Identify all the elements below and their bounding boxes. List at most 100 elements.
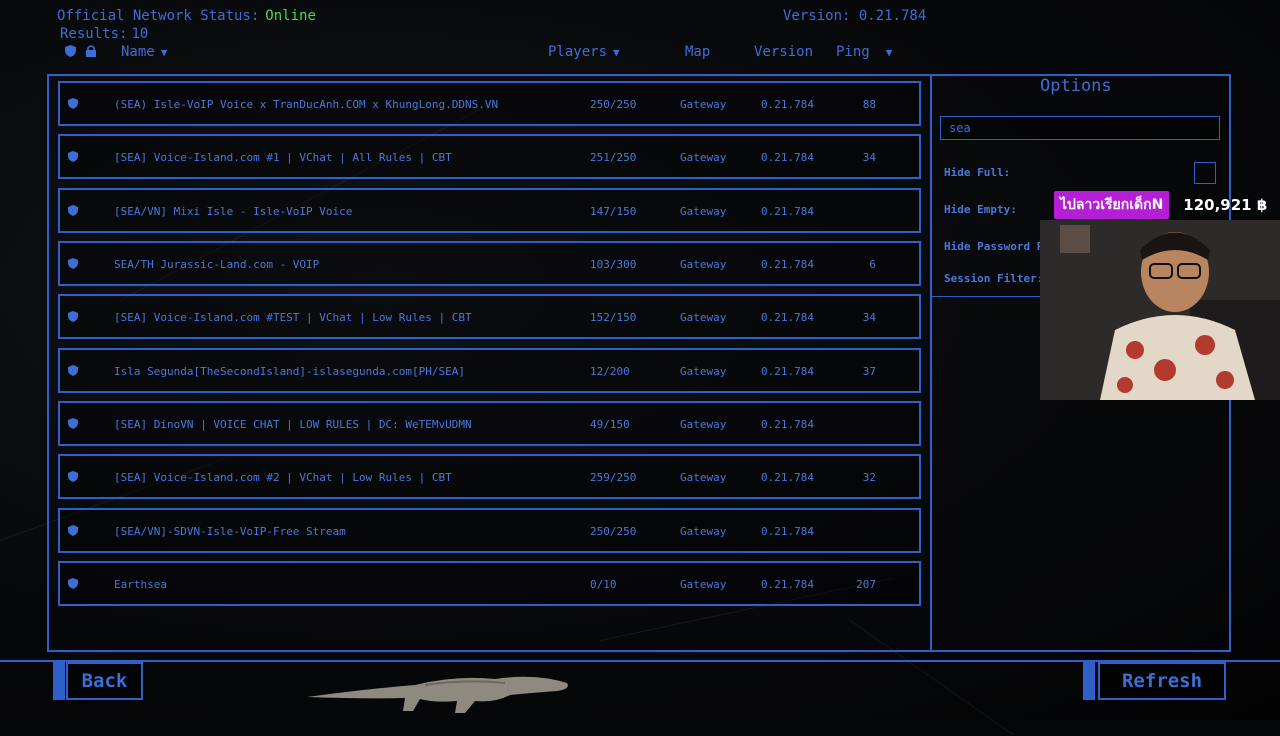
shield-icon: [68, 205, 78, 216]
server-map: Gateway: [680, 578, 727, 591]
search-input[interactable]: sea: [940, 116, 1220, 140]
server-row[interactable]: [SEA] Voice-Island.com #1 | VChat | All …: [58, 134, 921, 179]
column-ping-label: Ping: [836, 44, 870, 60]
server-ping: 32: [862, 471, 876, 484]
hide-full-checkbox[interactable]: [1194, 162, 1216, 184]
server-ping: 6: [869, 258, 876, 271]
server-name: Earthsea: [114, 578, 167, 591]
server-name: SEA/TH Jurassic-Land.com - VOIP: [114, 258, 320, 271]
shield-icon: [68, 151, 78, 162]
server-players: 251/250: [590, 151, 637, 164]
server-players: 152/150: [590, 311, 637, 324]
server-players: 259/250: [590, 471, 637, 484]
server-name: [SEA] Voice-Island.com #TEST | VChat | L…: [114, 311, 472, 324]
server-version: 0.21.784: [761, 525, 814, 538]
server-map: Gateway: [680, 258, 727, 271]
server-players: 12/200: [590, 365, 630, 378]
game-version: Version: 0.21.784: [783, 8, 927, 24]
network-status-label: Official Network Status:: [57, 8, 260, 24]
options-title: Options: [1040, 76, 1112, 96]
server-row[interactable]: SEA/TH Jurassic-Land.com - VOIP 103/300 …: [58, 241, 921, 286]
server-players: 0/10: [590, 578, 617, 591]
donation-alert: ไปลาวเรียกเด็กN 120,921 ฿: [1054, 191, 1267, 219]
session-filter-label: Session Filter:: [944, 272, 1044, 285]
back-button[interactable]: Back: [66, 662, 143, 700]
column-name[interactable]: Name ▼: [121, 44, 167, 60]
server-version: 0.21.784: [761, 471, 814, 484]
dinosaur-model: [305, 665, 575, 721]
server-map: Gateway: [680, 365, 727, 378]
column-version[interactable]: Version: [754, 44, 813, 60]
server-map: Gateway: [680, 151, 727, 164]
server-row[interactable]: Earthsea 0/10 Gateway 0.21.784 207: [58, 561, 921, 606]
server-version: 0.21.784: [761, 151, 814, 164]
server-row[interactable]: [SEA/VN] Mixi Isle - Isle-VoIP Voice 147…: [58, 188, 921, 233]
options-separator: [932, 296, 1042, 297]
donation-amount: 120,921 ฿: [1183, 196, 1268, 214]
server-name: (SEA) Isle-VoIP Voice x TranDucAnh.COM x…: [114, 98, 499, 111]
server-row[interactable]: [SEA] Voice-Island.com #TEST | VChat | L…: [58, 294, 921, 339]
server-row[interactable]: [SEA] DinoVN | VOICE CHAT | LOW RULES | …: [58, 401, 921, 446]
options-divider: [930, 74, 932, 652]
server-ping: 37: [862, 365, 876, 378]
shield-icon: [68, 578, 78, 589]
server-version: 0.21.784: [761, 205, 814, 218]
server-name: [SEA/VN] Mixi Isle - Isle-VoIP Voice: [114, 205, 353, 218]
network-status-value: Online: [265, 8, 316, 24]
server-version: 0.21.784: [761, 578, 814, 591]
server-version: 0.21.784: [761, 365, 814, 378]
server-players: 250/250: [590, 98, 637, 111]
back-button-accent: [53, 662, 65, 700]
hide-full-label: Hide Full:: [944, 166, 1011, 179]
server-version: 0.21.784: [761, 258, 814, 271]
server-players: 103/300: [590, 258, 637, 271]
refresh-button[interactable]: Refresh: [1098, 662, 1226, 700]
results-value: 10: [131, 26, 149, 42]
server-map: Gateway: [680, 418, 727, 431]
sort-down-icon: ▼: [613, 46, 620, 59]
server-row[interactable]: (SEA) Isle-VoIP Voice x TranDucAnh.COM x…: [58, 81, 921, 126]
server-name: [SEA] DinoVN | VOICE CHAT | LOW RULES | …: [114, 418, 472, 431]
column-map[interactable]: Map: [685, 44, 710, 60]
webcam-overlay: [1040, 220, 1280, 400]
server-players: 250/250: [590, 525, 637, 538]
server-version: 0.21.784: [761, 311, 814, 324]
column-players-label: Players: [548, 44, 608, 60]
server-row[interactable]: Isla Segunda[TheSecondIsland]-islasegund…: [58, 348, 921, 393]
column-ping[interactable]: Ping ▼: [836, 44, 892, 60]
shield-icon: [68, 525, 78, 536]
results-count: Results: 10: [60, 26, 148, 42]
shield-icon: [68, 258, 78, 269]
server-map: Gateway: [680, 205, 727, 218]
server-map: Gateway: [680, 98, 727, 111]
server-name: Isla Segunda[TheSecondIsland]-islasegund…: [114, 365, 465, 378]
server-name: [SEA/VN]-SDVN-Isle-VoIP-Free Stream: [114, 525, 346, 538]
server-row[interactable]: [SEA] Voice-Island.com #2 | VChat | Low …: [58, 454, 921, 499]
shield-icon: [68, 98, 78, 109]
lock-column-icon[interactable]: [85, 45, 97, 61]
server-players: 49/150: [590, 418, 630, 431]
column-players[interactable]: Players ▼: [548, 44, 620, 60]
column-version-label: Version: [754, 44, 814, 60]
shield-icon: [68, 471, 78, 482]
server-row[interactable]: [SEA/VN]-SDVN-Isle-VoIP-Free Stream 250/…: [58, 508, 921, 553]
column-map-label: Map: [685, 44, 711, 60]
refresh-button-accent: [1083, 662, 1095, 700]
server-ping: 207: [856, 578, 876, 591]
server-name: [SEA] Voice-Island.com #2 | VChat | Low …: [114, 471, 452, 484]
hide-password-label: Hide Password P: [944, 240, 1044, 253]
server-name: [SEA] Voice-Island.com #1 | VChat | All …: [114, 151, 452, 164]
server-map: Gateway: [680, 471, 727, 484]
column-name-label: Name: [121, 44, 155, 60]
server-ping: 34: [862, 311, 876, 324]
server-map: Gateway: [680, 311, 727, 324]
sort-down-icon: ▼: [160, 46, 168, 59]
server-players: 147/150: [590, 205, 637, 218]
server-map: Gateway: [680, 525, 727, 538]
results-label: Results:: [60, 26, 128, 42]
shield-icon: [68, 311, 78, 322]
donation-name: ไปลาวเรียกเด็กN: [1054, 191, 1170, 219]
hide-empty-label: Hide Empty:: [944, 203, 1017, 216]
shield-column-icon[interactable]: [65, 45, 76, 61]
server-version: 0.21.784: [761, 418, 814, 431]
